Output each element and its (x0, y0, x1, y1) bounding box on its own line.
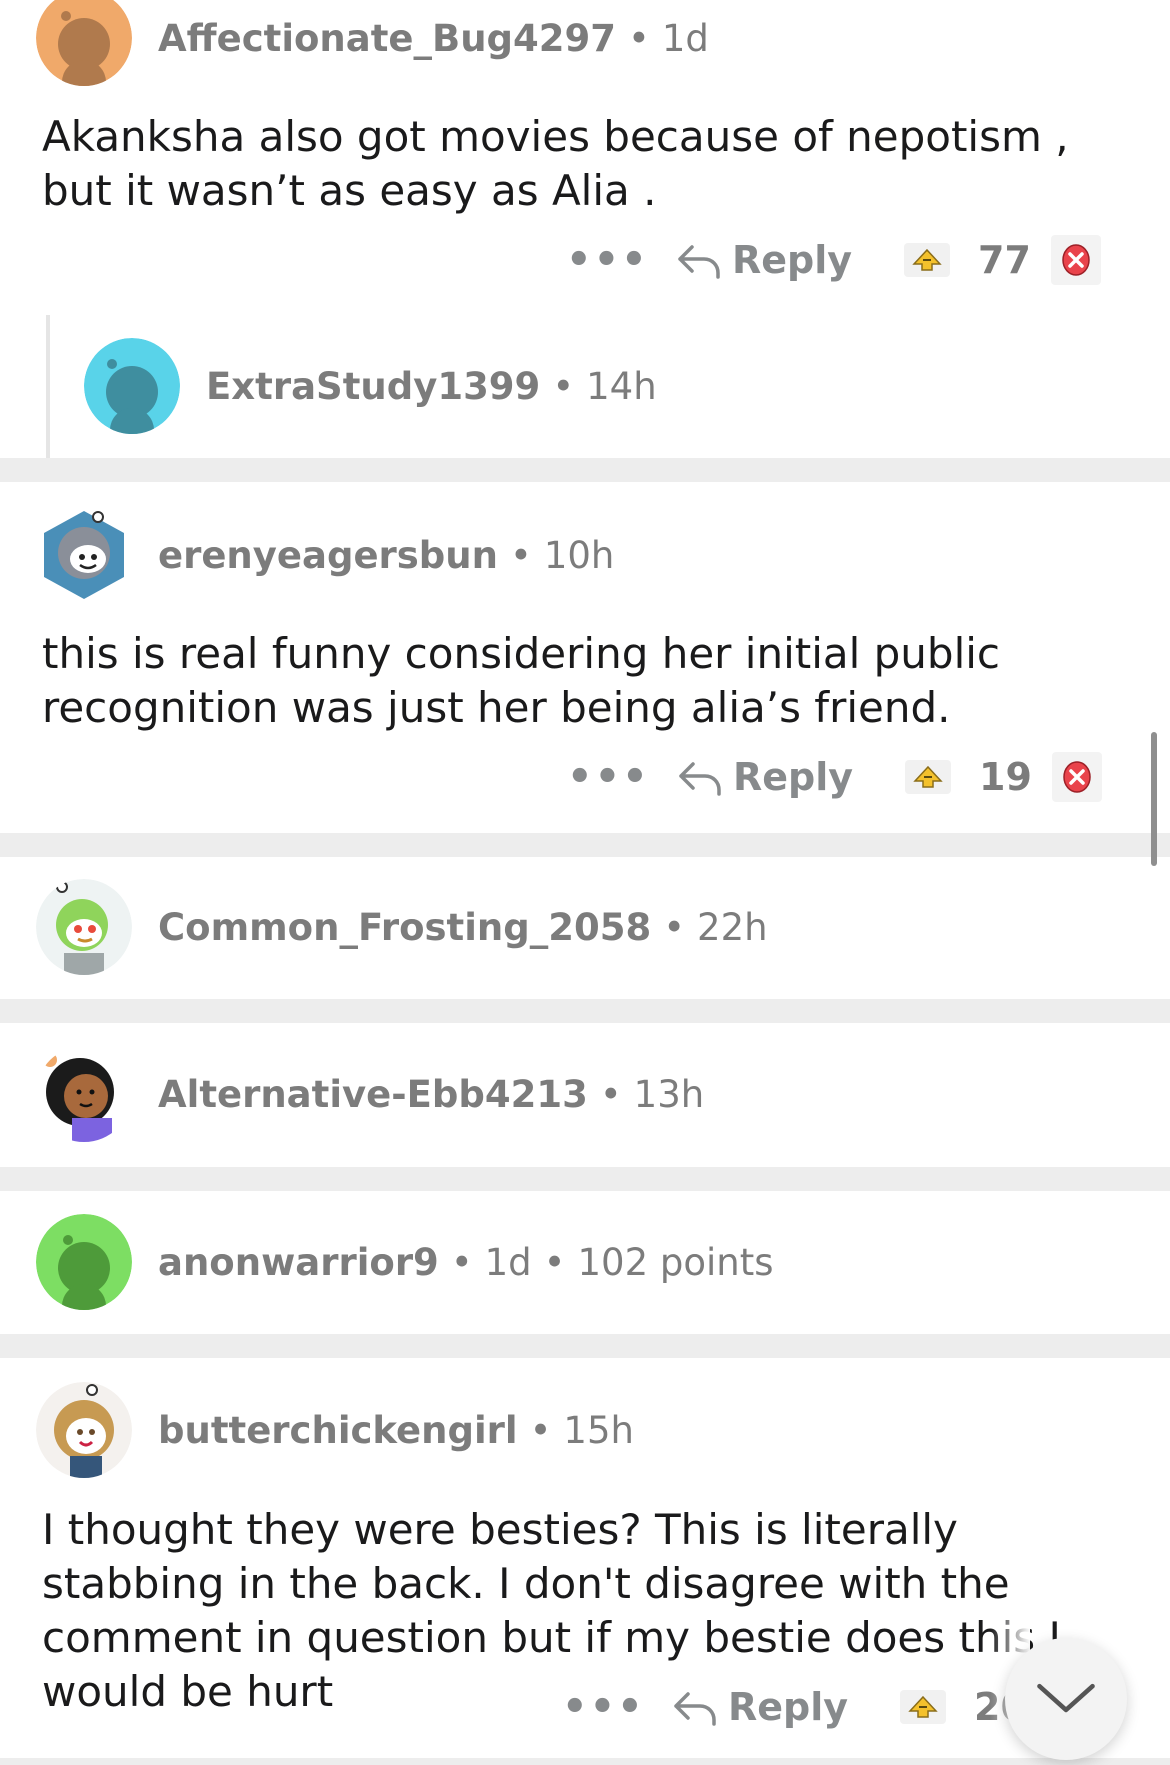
comment-meta: Common_Frosting_2058 • 22h (158, 906, 768, 949)
comment-age: 22h (697, 905, 768, 949)
comment-age: 1d (661, 16, 709, 60)
avatar[interactable] (36, 1214, 132, 1310)
award-upvote-icon[interactable] (900, 1690, 947, 1724)
username[interactable]: Affectionate_Bug4297 (158, 17, 616, 60)
more-options-button[interactable]: ••• (566, 237, 647, 283)
comment-separator (0, 999, 1170, 1023)
avatar[interactable] (36, 1382, 132, 1478)
username[interactable]: erenyeagersbun (158, 534, 498, 577)
comment-separator (0, 833, 1170, 857)
avatar[interactable] (36, 879, 132, 975)
comment-separator (0, 1758, 1170, 1765)
separator-dot: • (543, 1240, 566, 1284)
avatar[interactable] (36, 0, 132, 86)
comment-separator (0, 1334, 1170, 1358)
comment-meta: erenyeagersbun • 10h (158, 534, 614, 577)
comment-meta: butterchickengirl • 15h (158, 1409, 634, 1452)
comment-header: Affectionate_Bug4297 • 1d (36, 0, 709, 88)
separator-dot: • (552, 364, 575, 408)
comment-body: Akanksha also got movies because of nepo… (42, 112, 1069, 215)
reply-label: Reply (733, 755, 854, 799)
comment-header: ExtraStudy1399 • 14h (84, 336, 657, 436)
reply-arrow-icon (678, 245, 720, 279)
username[interactable]: Common_Frosting_2058 (158, 906, 651, 949)
comment-points: 102 points (577, 1240, 774, 1284)
separator-dot: • (450, 1240, 473, 1284)
username[interactable]: butterchickengirl (158, 1409, 518, 1452)
username[interactable]: Alternative-Ebb4213 (158, 1073, 588, 1116)
separator-dot: • (529, 1408, 552, 1452)
avatar[interactable] (36, 507, 132, 603)
comment-meta: anonwarrior9 • 1d • 102 points (158, 1241, 774, 1284)
comment-actions: ••• Reply 20 (562, 1677, 1027, 1737)
comment-meta: Affectionate_Bug4297 • 1d (158, 17, 709, 60)
more-options-button[interactable]: ••• (567, 754, 648, 800)
avatar[interactable] (84, 338, 180, 434)
username[interactable]: anonwarrior9 (158, 1241, 439, 1284)
separator-dot: • (628, 16, 650, 60)
reply-button[interactable]: Reply (675, 755, 853, 799)
chevron-down-icon (1037, 1683, 1095, 1713)
separator-dot: • (663, 905, 686, 949)
comment-separator (0, 1167, 1170, 1191)
username[interactable]: ExtraStudy1399 (206, 365, 540, 408)
thread-line[interactable] (46, 315, 50, 460)
comment-age: 14h (586, 364, 657, 408)
scrollbar[interactable] (1151, 732, 1157, 866)
vote-score: 19 (979, 755, 1032, 799)
comment-meta: ExtraStudy1399 • 14h (206, 365, 657, 408)
comment-meta: Alternative-Ebb4213 • 13h (158, 1073, 704, 1116)
reply-label: Reply (732, 238, 853, 282)
comment-separator (0, 458, 1170, 482)
close-circle-icon[interactable] (1050, 235, 1101, 285)
comment-age: 10h (543, 533, 615, 577)
comment-age: 15h (563, 1408, 634, 1452)
vote-score: 77 (978, 238, 1031, 282)
comment-header: anonwarrior9 • 1d • 102 points (36, 1212, 774, 1312)
comment-actions: ••• Reply 77 (566, 230, 1101, 290)
comment-header: Alternative-Ebb4213 • 13h (36, 1044, 704, 1144)
comment-body: this is real funny considering her initi… (42, 629, 1001, 732)
reply-button[interactable]: Reply (674, 238, 852, 282)
close-circle-icon[interactable] (1051, 752, 1102, 802)
comment-header: erenyeagersbun • 10h (36, 505, 614, 605)
comment-age: 13h (633, 1072, 705, 1116)
reply-button[interactable]: Reply (670, 1685, 848, 1729)
separator-dot: • (599, 1072, 622, 1116)
reply-arrow-icon (679, 762, 721, 796)
scroll-down-button[interactable] (1005, 1638, 1127, 1760)
comment-actions: ••• Reply 19 (567, 747, 1102, 807)
reply-label: Reply (728, 1685, 849, 1729)
award-upvote-icon[interactable] (904, 243, 951, 277)
reply-arrow-icon (674, 1692, 716, 1726)
award-upvote-icon[interactable] (905, 760, 952, 794)
comment-age: 1d (484, 1240, 532, 1284)
more-options-button[interactable]: ••• (562, 1684, 643, 1730)
avatar[interactable] (36, 1046, 132, 1142)
separator-dot: • (509, 533, 532, 577)
comment-header: butterchickengirl • 15h (36, 1380, 634, 1480)
comment-header: Common_Frosting_2058 • 22h (36, 877, 768, 977)
